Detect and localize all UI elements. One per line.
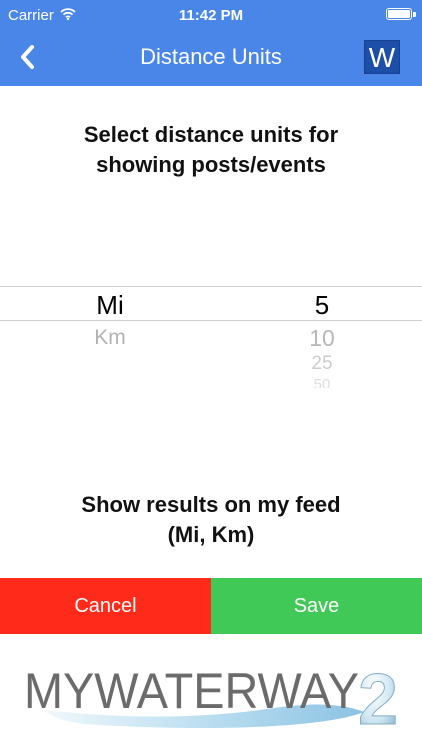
prompt-line-2: showing posts/events — [96, 152, 326, 177]
distance-option[interactable]: 10 — [262, 325, 382, 352]
w-button[interactable]: W — [364, 40, 400, 74]
navigation-bar: Carrier 11:42 PM Distance Units W — [0, 0, 422, 86]
picker-top-line — [0, 286, 422, 287]
distance-picker: Mi Km 5 10 25 50 — [0, 286, 422, 396]
logo-mark: 2 — [358, 660, 398, 738]
save-button[interactable]: Save — [211, 578, 422, 634]
page-title: Distance Units — [140, 44, 282, 69]
mywaterway-logo: MYWATERWAY 2 — [24, 660, 399, 739]
status-time: 11:42 PM — [178, 7, 244, 24]
feed-note-line-1: Show results on my feed — [81, 492, 341, 517]
battery-icon — [386, 8, 412, 20]
prompt-line-1: Select distance units for — [83, 122, 339, 147]
battery-fill — [388, 10, 410, 18]
distance-option-selected[interactable]: 5 — [262, 290, 382, 321]
battery-tip — [413, 12, 416, 17]
status-bar: Carrier 11:42 PM — [0, 0, 422, 30]
distance-option[interactable]: 25 — [262, 353, 382, 375]
unit-option[interactable]: Km — [60, 326, 160, 350]
cancel-button[interactable]: Cancel — [0, 578, 211, 634]
logo-wordmark: MYWATERWAY — [24, 663, 359, 719]
feed-note-line-2: (Mi, Km) — [167, 522, 255, 547]
feed-note: Show results on my feed (Mi, Km) — [30, 490, 392, 550]
distance-prompt: Select distance units for showing posts/… — [30, 120, 392, 180]
distance-option[interactable]: 50 — [262, 377, 382, 388]
unit-option-selected[interactable]: Mi — [60, 290, 160, 321]
